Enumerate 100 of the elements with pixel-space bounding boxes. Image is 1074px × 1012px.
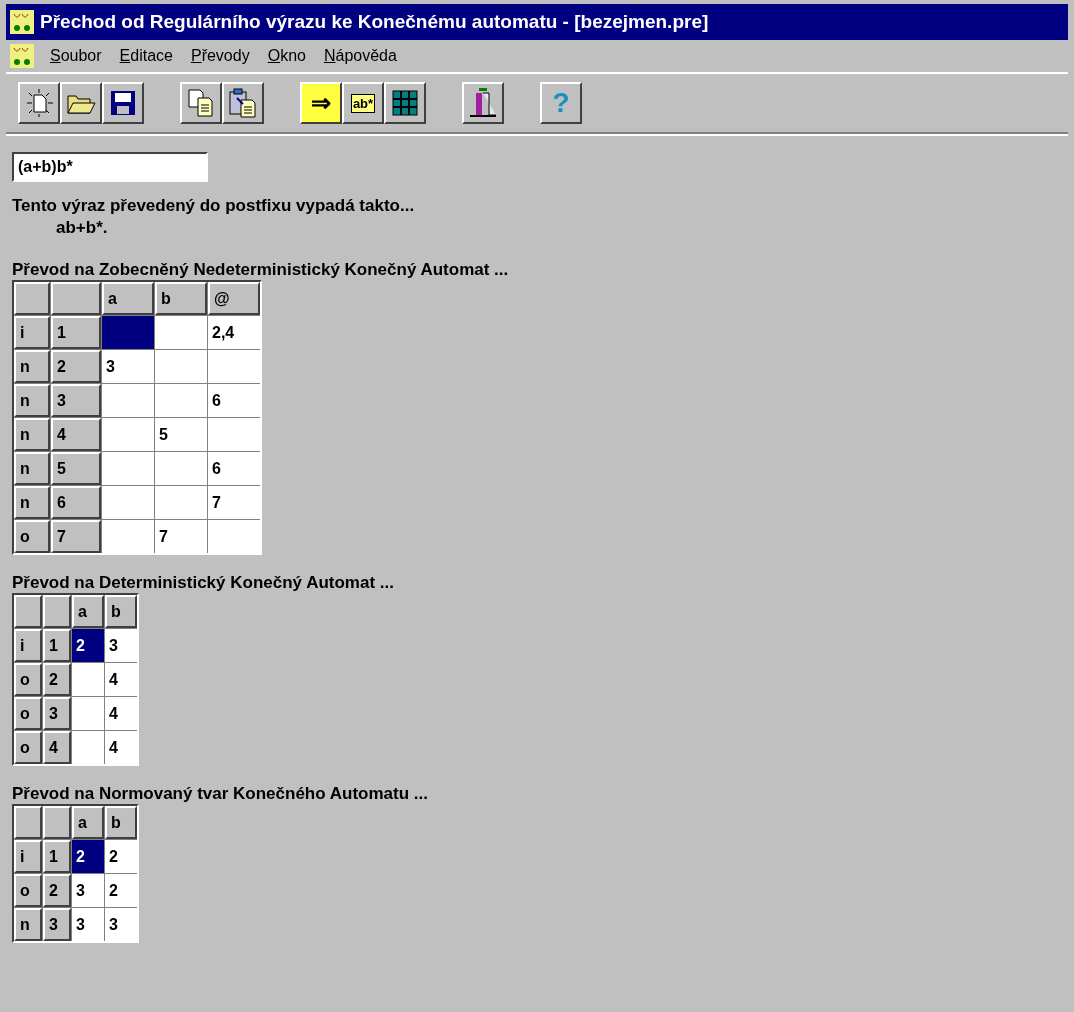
table-cell[interactable] [72,697,104,730]
corner-header [14,595,42,628]
toolbar-button[interactable] [384,82,426,124]
app-icon[interactable] [10,44,34,68]
table-cell[interactable] [102,384,154,417]
corner-header [14,806,42,839]
row-header: 3 [51,384,101,417]
table-cell[interactable] [155,316,207,349]
row-header: 1 [51,316,101,349]
postfix-caption: Tento výraz převedený do postfixu vypadá takto... [12,196,416,216]
table-cell[interactable]: 3 [72,908,104,941]
table-cell[interactable]: 2,4 [208,316,260,349]
table-cell[interactable]: 6 [208,384,260,417]
door-exit-icon [469,87,497,119]
corner-header [14,282,50,315]
table-cell[interactable]: 3 [102,350,154,383]
row-header: 6 [51,486,101,519]
toolbar-button[interactable] [18,82,60,124]
row-header: o [14,731,42,764]
row-header: 2 [43,874,71,907]
toolbar-button[interactable]: ⇒ [300,82,342,124]
row-header: n [14,452,50,485]
menu-item[interactable]: Převody [188,45,252,67]
table-cell[interactable]: 7 [155,520,207,553]
row-header: 5 [51,452,101,485]
row-header: 2 [43,663,71,696]
column-header: a [72,595,104,628]
table-cell[interactable] [102,418,154,451]
table-cell[interactable]: 4 [105,663,137,696]
table-cell[interactable] [155,384,207,417]
menu-item[interactable]: Soubor [48,45,104,67]
table-cell[interactable] [155,486,207,519]
table-cell[interactable]: 7 [208,486,260,519]
corner-header [43,595,71,628]
table-cell[interactable]: 5 [155,418,207,451]
paste-icon [228,88,258,118]
table-cell[interactable] [208,350,260,383]
table-cell[interactable]: 4 [105,697,137,730]
table-cell[interactable]: 3 [105,908,137,941]
window-title: Přechod od Regulárního výrazu ke Konečnému automatu - [bezejmen.pre] [40,11,709,33]
postfix-expression: ab+b*. [55,218,109,238]
table-cell[interactable]: 2 [105,840,137,873]
section-title: Převod na Deterministický Konečný Automat ... [12,573,395,593]
table-cell[interactable]: 2 [72,629,104,662]
app-icon [10,10,34,34]
menu-item[interactable]: Editace [117,45,175,67]
row-header: o [14,663,42,696]
column-header: b [105,806,137,839]
row-header: n [14,350,50,383]
row-header: n [14,384,50,417]
toolbar-button[interactable] [462,82,504,124]
column-header: a [102,282,154,315]
row-header: 4 [51,418,101,451]
row-header: 7 [51,520,101,553]
column-header: @ [208,282,260,315]
table-cell[interactable] [155,452,207,485]
row-header: n [14,486,50,519]
help-icon: ? [552,89,570,117]
row-header: n [14,418,50,451]
table-cell[interactable] [102,520,154,553]
table-cell[interactable] [208,418,260,451]
row-header: 1 [43,629,71,662]
row-header: 1 [43,840,71,873]
table-cell[interactable] [208,520,260,553]
copy-icon [187,88,215,118]
table-cell[interactable]: 4 [105,731,137,764]
corner-header [43,806,71,839]
toolbar-button[interactable]: ab* [342,82,384,124]
toolbar-button[interactable] [60,82,102,124]
row-header: o [14,874,42,907]
row-header: o [14,520,50,553]
row-header: 2 [51,350,101,383]
toolbar-button[interactable] [222,82,264,124]
menu-item[interactable]: Nápověda [321,45,399,67]
column-header: b [105,595,137,628]
row-header: o [14,697,42,730]
row-header: 4 [43,731,71,764]
double-arrow-icon: ⇒ [311,91,331,115]
section-title: Převod na Zobecněný Nedeterministický Konečný Automat ... [12,260,510,280]
table-cell[interactable] [102,486,154,519]
table-cell[interactable] [155,350,207,383]
toolbar-button[interactable] [102,82,144,124]
table-cell[interactable]: 3 [105,629,137,662]
table-cell[interactable]: 2 [72,840,104,873]
table-cell[interactable] [102,452,154,485]
table-cell[interactable]: 3 [72,874,104,907]
table-cell[interactable]: 2 [105,874,137,907]
table-cell[interactable] [72,731,104,764]
row-header: i [14,840,42,873]
table-cell[interactable] [72,663,104,696]
menu-item[interactable]: Okno [265,45,308,67]
row-header: i [14,316,50,349]
new-document-icon [24,88,54,118]
grid-icon [392,90,418,116]
row-header: i [14,629,42,662]
table-cell[interactable] [102,316,154,349]
toolbar-button[interactable] [180,82,222,124]
table-cell[interactable]: 6 [208,452,260,485]
row-header: n [14,908,42,941]
expression-field[interactable]: (a+b)b* [12,152,208,182]
